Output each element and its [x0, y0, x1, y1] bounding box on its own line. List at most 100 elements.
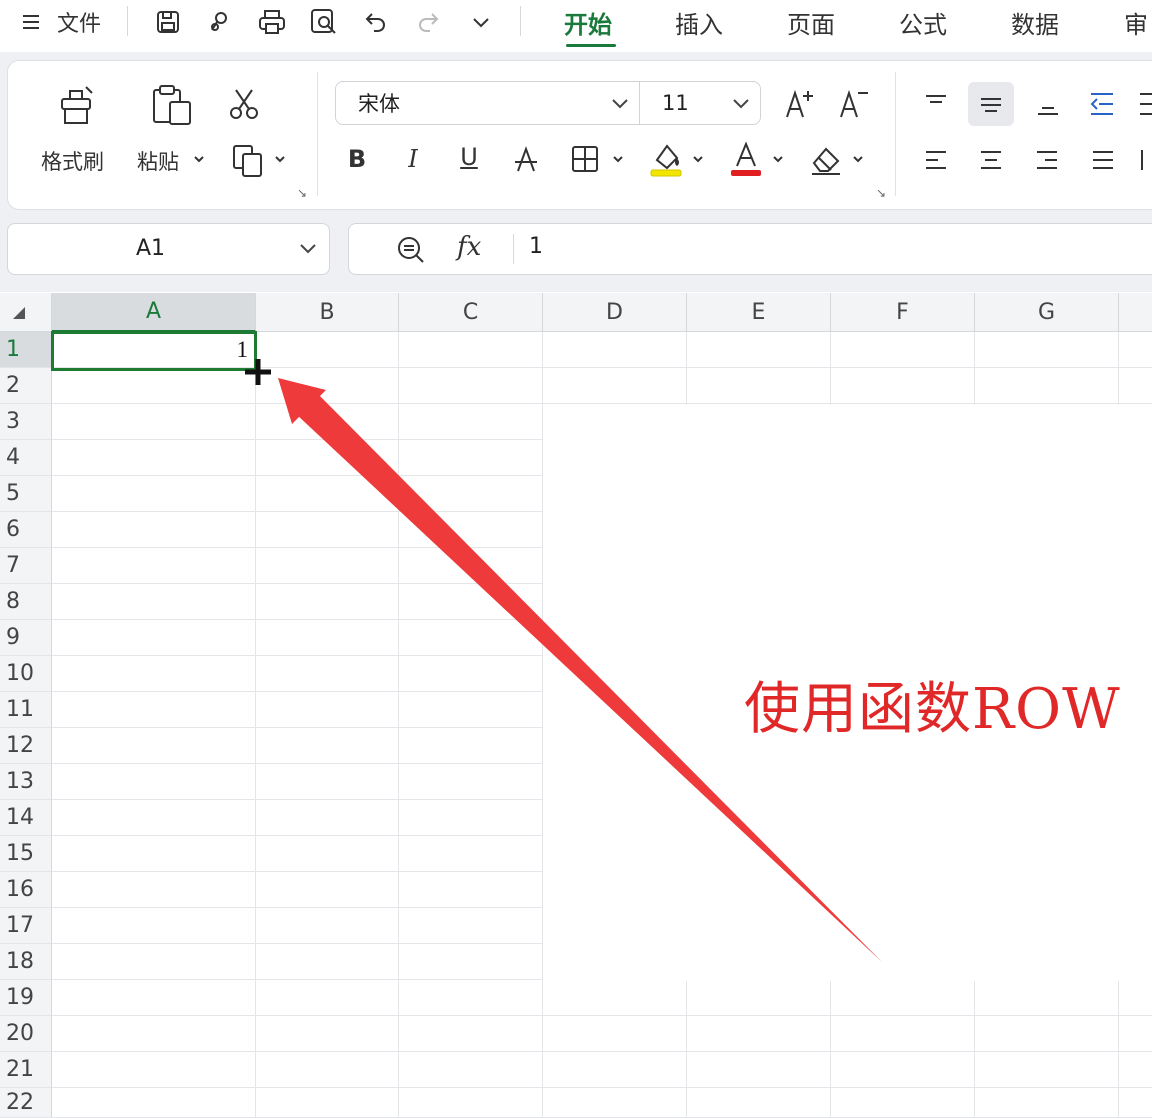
font-color-icon[interactable] [726, 140, 766, 178]
tab-home[interactable]: 开始 [564, 4, 612, 40]
grid-row [52, 980, 1152, 1016]
file-menu[interactable]: 文件 [52, 2, 106, 42]
column-header-G[interactable]: G [975, 293, 1119, 332]
insert-function-button[interactable]: fx [457, 232, 481, 262]
divider [520, 6, 521, 36]
row-header[interactable]: 2 [0, 368, 52, 404]
cell-a1-value[interactable]: 1 [60, 337, 249, 367]
row-header[interactable]: 21 [0, 1052, 52, 1088]
row-header[interactable]: 10 [0, 656, 52, 692]
row-header[interactable]: 7 [0, 548, 52, 584]
divider [127, 6, 128, 36]
decrease-indent-icon[interactable] [1084, 86, 1120, 122]
column-header-D[interactable]: D [543, 293, 687, 332]
row-header[interactable]: 18 [0, 944, 52, 980]
zoom-formula-icon[interactable] [395, 234, 427, 270]
row-header[interactable]: 16 [0, 872, 52, 908]
paste-label[interactable]: 粘贴 [137, 146, 179, 176]
copy-dropdown-icon[interactable] [271, 150, 289, 168]
align-bottom-icon[interactable] [1030, 86, 1066, 122]
copy-icon[interactable] [228, 140, 268, 180]
row-header[interactable]: 1 [0, 332, 52, 368]
fill-color-icon[interactable] [646, 140, 686, 178]
italic-button[interactable]: I [398, 142, 428, 176]
share-link-icon[interactable] [202, 2, 238, 42]
align-top-icon[interactable] [918, 86, 954, 122]
formula-input[interactable]: 1 [529, 234, 543, 259]
column-header-F[interactable]: F [831, 293, 975, 332]
print-preview-icon[interactable] [306, 2, 342, 42]
format-painter-icon[interactable] [54, 82, 100, 128]
divider [317, 72, 318, 196]
redo-icon[interactable] [410, 2, 446, 42]
divider [513, 234, 514, 264]
name-box-value: A1 [136, 236, 166, 261]
row-header[interactable]: 9 [0, 620, 52, 656]
tab-formulas[interactable]: 公式 [899, 4, 947, 40]
font-launcher-icon[interactable]: ↘ [876, 186, 886, 200]
strikethrough-icon[interactable] [510, 142, 542, 176]
annotation-text: 使用函数ROW [744, 677, 1121, 742]
tab-data[interactable]: 数据 [1011, 4, 1059, 40]
row-header[interactable]: 22 [0, 1088, 52, 1118]
paste-icon[interactable] [146, 82, 196, 128]
row-header[interactable]: 11 [0, 692, 52, 728]
decrease-font-size-icon[interactable] [836, 86, 872, 122]
row-header[interactable]: 14 [0, 800, 52, 836]
row-header[interactable]: 5 [0, 476, 52, 512]
row-header[interactable]: 20 [0, 1016, 52, 1052]
save-icon[interactable] [150, 2, 186, 42]
paste-dropdown-icon[interactable] [190, 150, 208, 168]
grid-row [52, 1088, 1152, 1118]
quick-access-dropdown-icon[interactable] [464, 2, 498, 42]
justify-icon[interactable] [1085, 142, 1121, 178]
tab-page[interactable]: 页面 [787, 4, 835, 40]
clipboard-launcher-icon[interactable]: ↘ [297, 186, 307, 200]
row-header[interactable]: 6 [0, 512, 52, 548]
borders-dropdown-icon[interactable] [609, 150, 627, 168]
align-middle-icon[interactable] [968, 82, 1014, 126]
borders-icon[interactable] [568, 142, 602, 176]
grid-column-line [255, 332, 256, 1118]
bold-button[interactable]: B [342, 142, 372, 176]
row-header[interactable]: 12 [0, 728, 52, 764]
align-left-icon[interactable] [918, 142, 954, 178]
increase-indent-icon[interactable] [1136, 86, 1152, 122]
tab-insert[interactable]: 插入 [675, 4, 723, 40]
row-header[interactable]: 13 [0, 764, 52, 800]
column-header-E[interactable]: E [687, 293, 831, 332]
column-header-C[interactable]: C [399, 293, 543, 332]
row-header[interactable]: 4 [0, 440, 52, 476]
undo-icon[interactable] [358, 2, 394, 42]
font-color-dropdown-icon[interactable] [769, 150, 787, 168]
distributed-align-icon[interactable] [1138, 142, 1152, 178]
increase-font-size-icon[interactable] [782, 86, 818, 122]
column-header-A[interactable]: A [52, 293, 256, 332]
font-name-select[interactable]: 宋体 [335, 81, 640, 125]
print-icon[interactable] [254, 2, 290, 42]
clear-format-eraser-icon[interactable] [806, 140, 846, 178]
fill-color-dropdown-icon[interactable] [689, 150, 707, 168]
font-name-value: 宋体 [358, 92, 400, 116]
clear-dropdown-icon[interactable] [849, 150, 867, 168]
select-all-corner[interactable] [0, 293, 52, 332]
font-size-select[interactable]: 11 [639, 81, 761, 125]
row-header[interactable]: 17 [0, 908, 52, 944]
column-header-B[interactable]: B [256, 293, 399, 332]
row-header[interactable]: 8 [0, 584, 52, 620]
row-header[interactable]: 19 [0, 980, 52, 1016]
cut-icon[interactable] [224, 84, 264, 124]
name-box[interactable]: A1 [7, 223, 330, 275]
row-header[interactable]: 3 [0, 404, 52, 440]
chevron-down-icon [611, 94, 629, 116]
align-center-icon[interactable] [973, 142, 1009, 178]
align-right-icon[interactable] [1029, 142, 1065, 178]
underline-button[interactable]: U [454, 140, 484, 174]
format-painter-label[interactable]: 格式刷 [41, 146, 104, 176]
tab-review[interactable]: 审 [1124, 4, 1148, 40]
hamburger-menu-icon[interactable] [18, 2, 44, 42]
chevron-down-icon[interactable] [299, 239, 317, 261]
row-header[interactable]: 15 [0, 836, 52, 872]
fill-handle-cursor-icon [243, 357, 273, 387]
column-header-partial[interactable] [1119, 293, 1152, 332]
